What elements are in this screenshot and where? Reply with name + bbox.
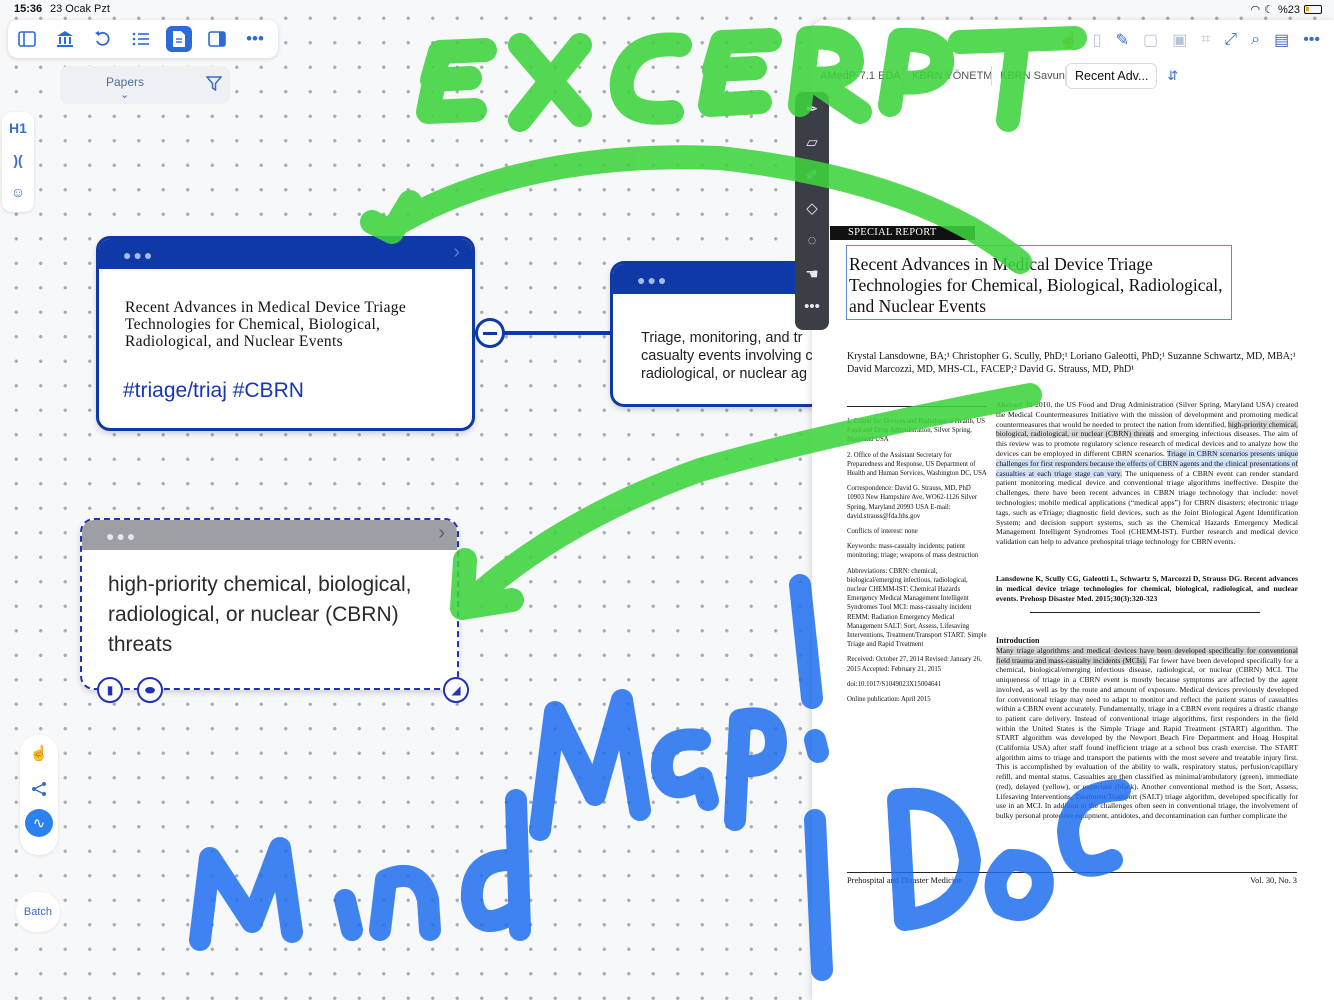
card-excerpt-text: high-priority chemical, biological, radi…: [108, 573, 412, 656]
more-icon[interactable]: •••: [242, 26, 268, 52]
lasso-icon[interactable]: ◌: [795, 224, 829, 257]
pdf-viewer: ☝ ▯ ✎ ▢ ▣ ⌗ ⤢ ⌕ ▤ ••• AMedP-7.1 EDA V...…: [812, 20, 1334, 1000]
affiliation-1: 1. Center for Devices and Radiological H…: [847, 418, 985, 444]
online-publication: Online publication: April 2015: [847, 696, 931, 704]
note-icon[interactable]: ▢: [1143, 30, 1158, 50]
text-select-icon[interactable]: ▯: [1093, 30, 1102, 50]
moon-icon: ☾: [1264, 4, 1274, 16]
hand-tool-icon[interactable]: ☝: [1059, 30, 1079, 50]
mindmap-card-title[interactable]: ●●● › Recent Advances in Medical Device …: [96, 236, 475, 431]
status-right: ◠ ☾ %23: [1250, 3, 1322, 16]
paper-title[interactable]: Recent Advances in Medical Device Triage…: [846, 245, 1232, 320]
card-tags[interactable]: #triage/triaj #CBRN: [123, 379, 304, 403]
pdf-page: SPECIAL REPORT Recent Advances in Medica…: [830, 220, 1300, 885]
abbreviations: Abbreviations: CBRN: chemical, biologica…: [847, 567, 987, 649]
intro-heading: Introduction: [996, 636, 1040, 645]
paper-abstract[interactable]: Abstract: In 2010, the US Food and Drug …: [996, 400, 1298, 547]
bracket-icon[interactable]: )(: [2, 144, 34, 176]
document-icon[interactable]: [166, 26, 192, 52]
card-menu-icon[interactable]: ●●●: [106, 528, 137, 544]
split-view-icon[interactable]: [204, 26, 230, 52]
undo-icon[interactable]: [90, 26, 116, 52]
document-tabs: AMedP-7.1 EDA V... KBRN YÖNETME... KBRN …: [812, 62, 1334, 90]
pen-icon[interactable]: ✒: [795, 92, 829, 125]
scan-icon[interactable]: ⌗: [1201, 31, 1210, 49]
card-summary-line: Triage, monitoring, and tr: [641, 330, 803, 346]
wifi-icon: ◠: [1250, 4, 1261, 16]
card-menu-icon[interactable]: ●●●: [637, 272, 668, 288]
link-icon[interactable]: ⬬: [137, 677, 163, 703]
journal-name: Prehospital and Disaster Medicine: [847, 876, 963, 885]
volume-number: Vol. 30, No. 3: [1250, 876, 1297, 885]
outline-list-icon[interactable]: [128, 26, 154, 52]
collapse-branch-button[interactable]: [475, 318, 505, 348]
mindmap-card-excerpt[interactable]: ●●● › high-priority chemical, biological…: [80, 518, 459, 690]
mode-tools: ☝ ∿: [20, 735, 58, 855]
main-toolbar: •••: [8, 20, 278, 58]
card-header[interactable]: ●●● ›: [82, 520, 457, 550]
hand-pointer-icon[interactable]: ☝: [20, 735, 58, 771]
bookmark-icon[interactable]: ▤: [1274, 30, 1289, 50]
card-menu-icon[interactable]: ●●●: [123, 247, 154, 263]
tab-options-icon[interactable]: ⇵: [1167, 68, 1178, 84]
status-time: 15:36: [14, 3, 43, 15]
highlighter-icon[interactable]: ▱: [795, 125, 829, 158]
conflicts: Conflicts of interest: none: [847, 528, 918, 536]
chevron-right-icon[interactable]: ›: [438, 522, 445, 545]
chevron-down-icon[interactable]: ⌄: [120, 88, 129, 101]
heading-icon[interactable]: H1: [2, 112, 34, 144]
card-summary-text: Triage, monitoring, and tr casualty even…: [641, 329, 840, 383]
format-tools: H1 )( ☺: [2, 112, 34, 212]
hand-icon[interactable]: ☚: [795, 257, 829, 290]
battery-icon: [1304, 5, 1322, 14]
card-header[interactable]: ●●● ›: [99, 239, 472, 269]
section-label: SPECIAL REPORT: [830, 226, 975, 240]
paper-citation: Lansdowne K, Scully CG, Galeotti L, Schw…: [996, 574, 1298, 603]
abstract-text: The uniqueness of a CBRN event can rende…: [996, 468, 1298, 547]
filter-icon[interactable]: [205, 76, 223, 95]
card-title-text: Recent Advances in Medical Device Triage…: [125, 299, 407, 350]
battery-text: %23: [1277, 3, 1300, 16]
paper-authors: Krystal Lansdowne, BA;¹ Christopher G. S…: [847, 351, 1296, 375]
papers-dropdown[interactable]: Papers: [106, 75, 144, 89]
tab-kbrn-savun[interactable]: KBRN Savun...: [992, 66, 1066, 86]
tab-recent-adv[interactable]: Recent Adv...: [1066, 63, 1158, 89]
correspondence: Correspondence: David G. Strauss, MD, Ph…: [847, 485, 978, 520]
intro-body: Far fewer have been developed specifical…: [996, 655, 1298, 820]
eraser-icon[interactable]: ◇: [795, 191, 829, 224]
status-date: 23 Ocak Pzt: [50, 3, 110, 15]
dates: Received: October 27, 2014 Revised: Janu…: [847, 656, 982, 673]
pen-toolbar: ✒ ▱ ✐ ◇ ◌ ☚ •••: [795, 92, 829, 330]
status-bar: 15:36 23 Ocak Pzt ◠ ☾ %23: [0, 0, 1334, 20]
intro-text[interactable]: Many triage algorithms and medical devic…: [996, 646, 1298, 821]
page-footer: Prehospital and Disaster Medicine Vol. 3…: [847, 872, 1297, 885]
batch-button[interactable]: Batch: [16, 892, 60, 932]
ink-mode-icon[interactable]: ∿: [25, 809, 53, 837]
papers-filter: Papers ⌄: [60, 66, 230, 104]
share-nodes-icon[interactable]: [20, 771, 58, 807]
sidebar-icon[interactable]: [14, 26, 40, 52]
resize-handle-icon[interactable]: ◢: [443, 677, 469, 703]
doi: doi:10.1017/S1049023X15004641: [847, 680, 942, 688]
tab-kbrn-yonetme[interactable]: KBRN YÖNETME...: [904, 66, 992, 86]
keywords: Keywords: mass-casualty incidents; patie…: [847, 543, 979, 560]
more-icon[interactable]: •••: [1303, 31, 1320, 49]
pencil-icon[interactable]: ✐: [795, 158, 829, 191]
divider: [1030, 612, 1260, 613]
more-icon[interactable]: •••: [795, 290, 829, 323]
emoji-icon[interactable]: ☺: [2, 176, 34, 208]
pen-tool-icon[interactable]: ✎: [1116, 30, 1129, 50]
image-icon[interactable]: ▣: [1172, 30, 1187, 50]
card-summary-line: radiological, or nuclear ag: [641, 366, 808, 382]
search-document-icon[interactable]: ⌕: [1251, 31, 1260, 49]
chevron-right-icon[interactable]: ›: [453, 241, 460, 264]
paper-sidebar-info: 1. Center for Devices and Radiological H…: [847, 406, 987, 710]
tab-amedp[interactable]: AMedP-7.1 EDA V...: [812, 66, 904, 86]
comment-icon[interactable]: ▮: [97, 677, 123, 703]
card-summary-line: casualty events involving c: [641, 348, 813, 364]
expand-icon[interactable]: ⤢: [1224, 31, 1237, 49]
affiliation-2: 2. Office of the Assistant Secretary for…: [847, 451, 987, 478]
pdf-toolbar: ☝ ▯ ✎ ▢ ▣ ⌗ ⤢ ⌕ ▤ •••: [812, 20, 1334, 60]
library-icon[interactable]: [52, 26, 78, 52]
